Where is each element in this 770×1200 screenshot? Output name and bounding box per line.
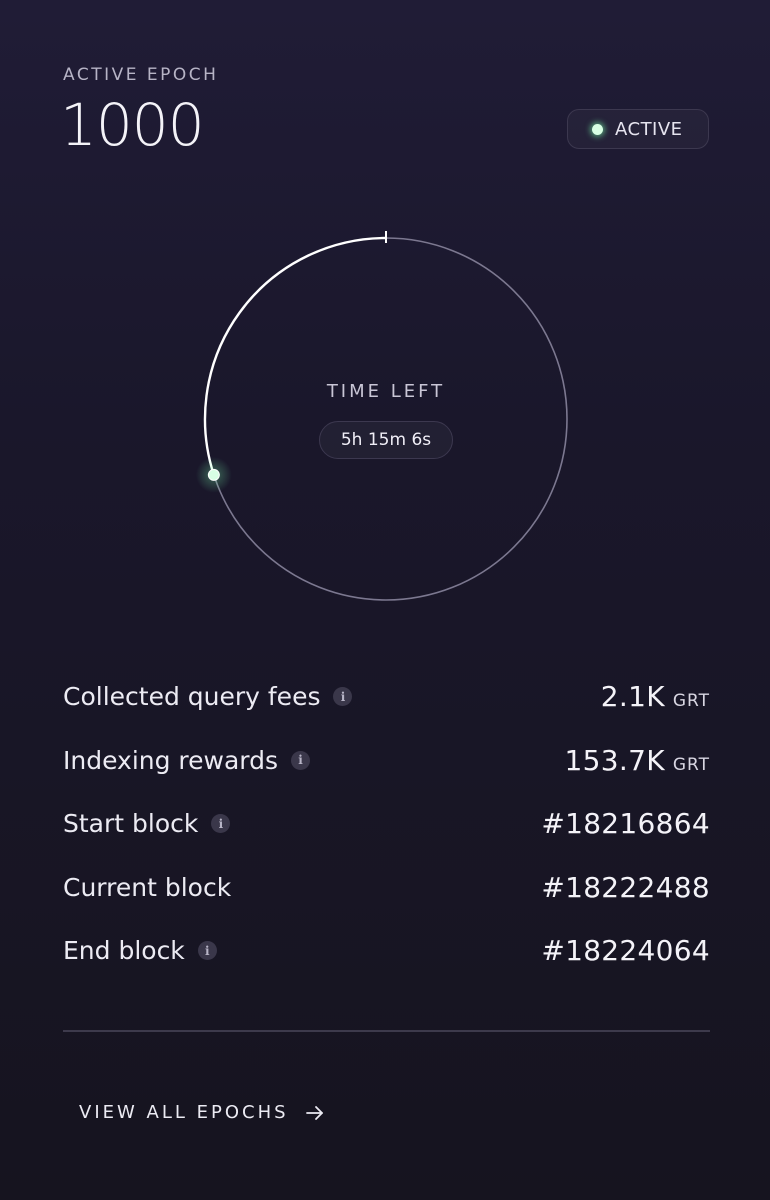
- stat-row-start-block: Start block i #18216864: [63, 792, 710, 856]
- stat-value: 153.7K: [564, 743, 665, 777]
- stat-label: Collected query fees: [63, 682, 321, 712]
- epoch-progress-ring: [195, 231, 568, 601]
- stat-unit: GRT: [672, 691, 710, 712]
- stat-value: #18216864: [541, 807, 710, 841]
- info-icon[interactable]: i: [291, 750, 311, 770]
- stat-label: End block: [63, 936, 185, 966]
- stat-row-indexing-rewards: Indexing rewards i 153.7K GRT: [63, 729, 710, 793]
- progress-marker-icon: [207, 468, 220, 481]
- stat-value: #18224064: [541, 934, 710, 968]
- stat-unit: GRT: [672, 754, 710, 775]
- stat-label: Start block: [63, 809, 199, 839]
- stat-label: Indexing rewards: [63, 745, 279, 775]
- stat-row-current-block: Current block #18222488: [63, 856, 710, 920]
- view-all-epochs-link[interactable]: VIEW ALL EPOCHS: [79, 1102, 325, 1123]
- view-all-epochs-label: VIEW ALL EPOCHS: [79, 1102, 289, 1123]
- arrow-right-icon: [305, 1105, 325, 1121]
- info-icon[interactable]: i: [333, 687, 353, 707]
- stat-label: Current block: [63, 872, 232, 902]
- active-epoch-card: ACTIVE EPOCH 1000 ACTIVE TIME LEFT 5h 15…: [0, 0, 770, 1200]
- time-remaining-chip: 5h 15m 6s: [319, 421, 453, 459]
- info-icon[interactable]: i: [197, 941, 217, 961]
- ring-track: [204, 237, 568, 601]
- stat-value: 2.1K: [600, 680, 665, 714]
- stat-row-collected-query-fees: Collected query fees i 2.1K GRT: [63, 665, 710, 729]
- time-left-label: TIME LEFT: [326, 381, 446, 402]
- epoch-stats-list: Collected query fees i 2.1K GRT Indexing…: [63, 665, 710, 983]
- info-icon[interactable]: i: [211, 814, 231, 834]
- stat-value: #18222488: [541, 870, 710, 904]
- stat-row-end-block: End block i #18224064: [63, 919, 710, 983]
- divider: [63, 1030, 710, 1032]
